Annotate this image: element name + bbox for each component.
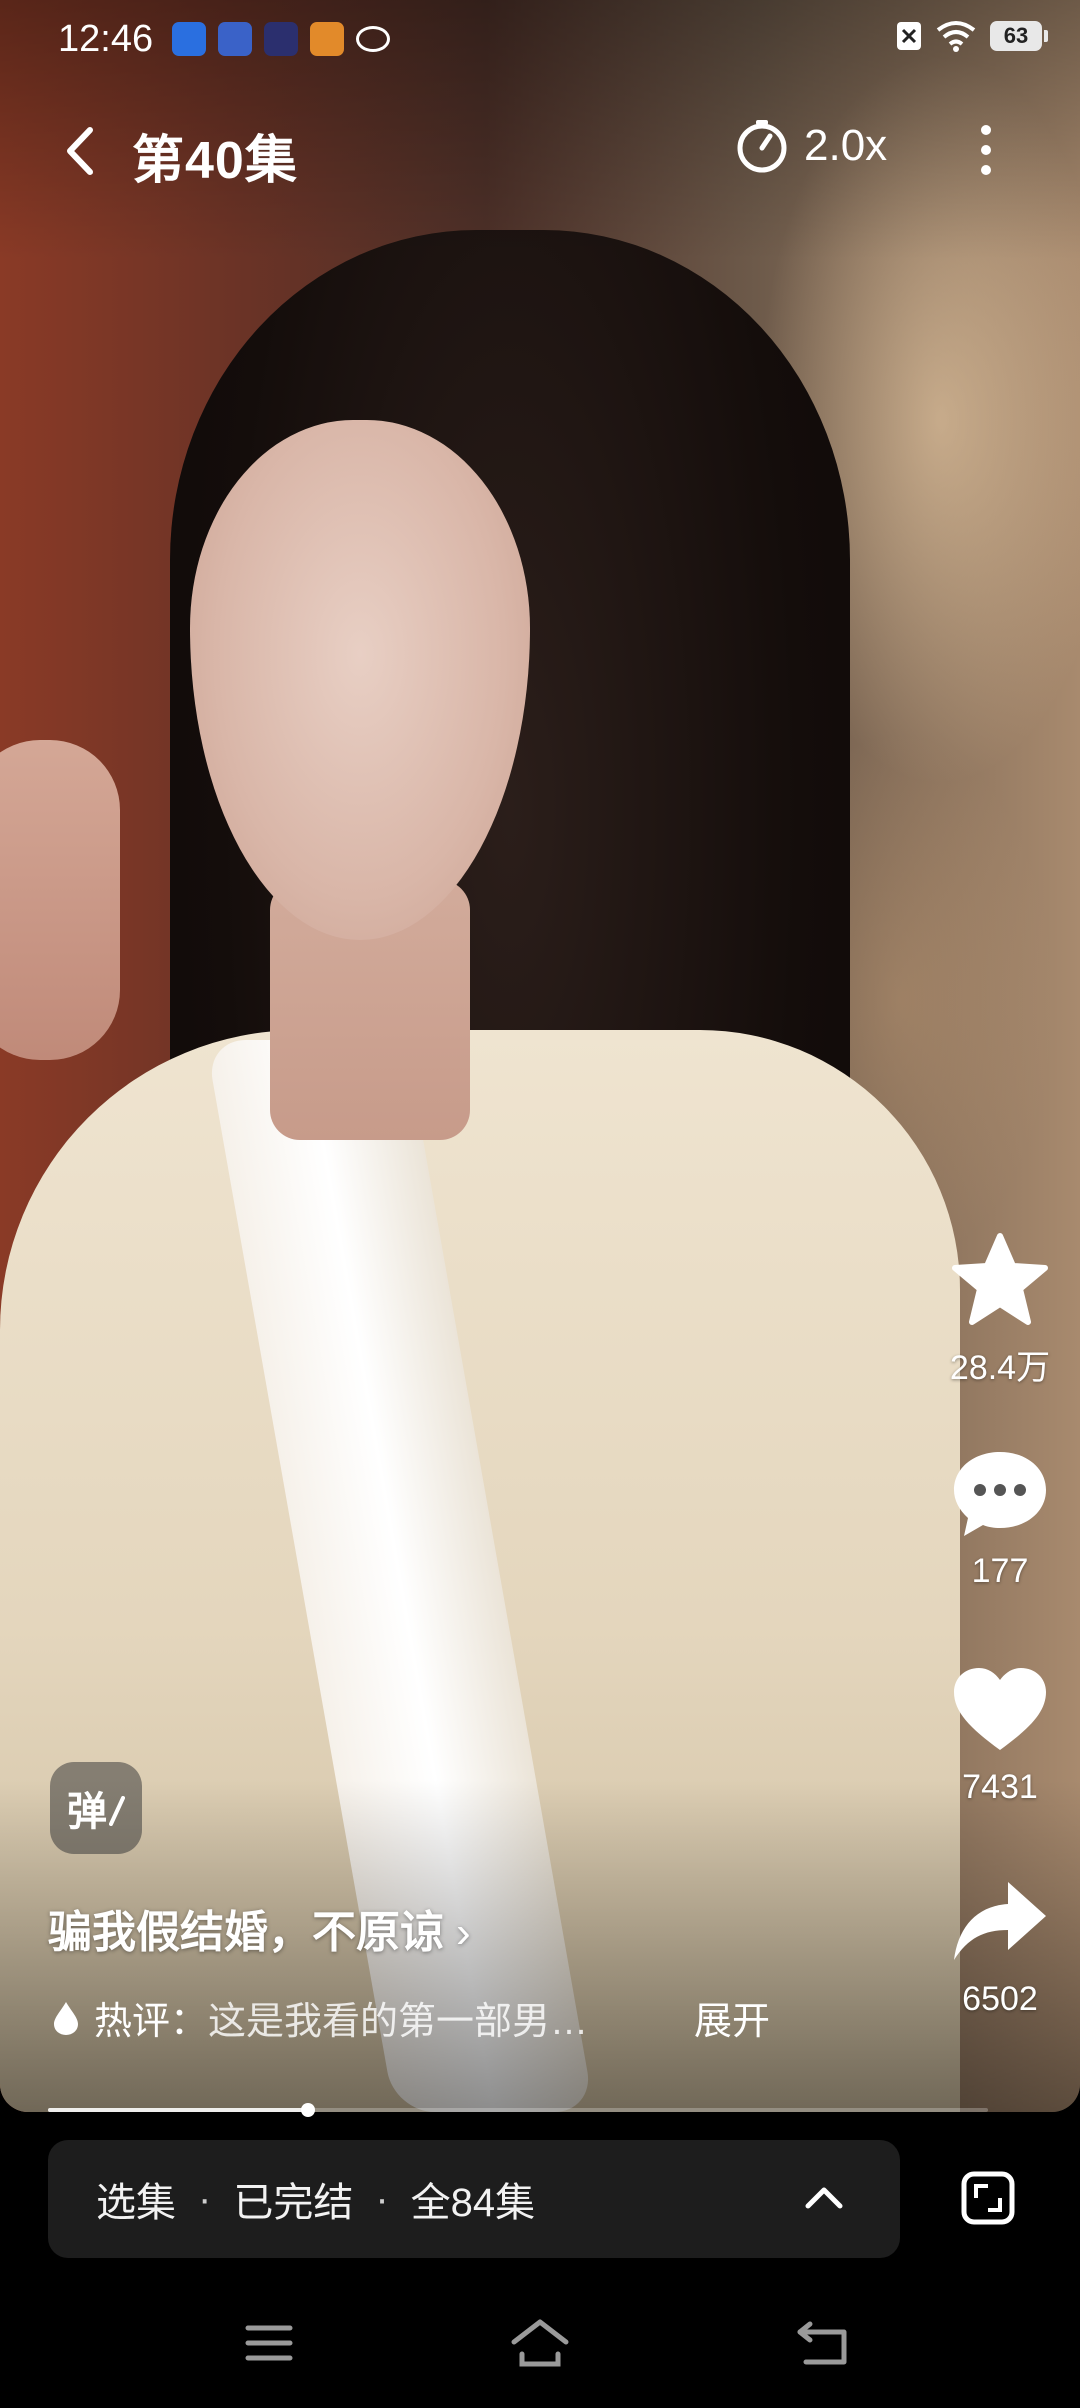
danmaku-toggle-button[interactable]: 弹	[50, 1762, 142, 1854]
wifi-icon	[936, 21, 976, 52]
video-subject-hand	[0, 740, 120, 1060]
share-arrow-icon	[954, 1882, 1046, 1960]
share-count: 6502	[962, 1980, 1038, 2018]
status-time: 12:46	[58, 18, 154, 60]
like-button[interactable]: 7431	[930, 1664, 1070, 1807]
expand-button[interactable]: 展开	[694, 1990, 770, 2045]
flame-drop-icon	[54, 2001, 78, 2035]
star-icon	[952, 1233, 1048, 1325]
notification-icons	[172, 22, 390, 56]
separator-dot: ·	[375, 2176, 389, 2221]
baidu-icon	[172, 22, 206, 56]
hot-comment-row[interactable]: 热评： 这是我看的第一部男…	[52, 1990, 588, 2045]
chevron-right-icon: ›	[456, 1908, 471, 1957]
completion-status: 已完结	[233, 2181, 354, 2225]
timer-icon	[737, 120, 787, 173]
playback-speed-label: 2.0x	[804, 121, 888, 170]
comment-icon	[954, 1452, 1046, 1536]
back-button[interactable]	[54, 118, 114, 184]
select-episode-label: 选集	[96, 2181, 176, 2225]
hot-comment-text: 这是我看的第一部男…	[208, 2001, 589, 2043]
progress-bar[interactable]	[48, 2103, 988, 2117]
pen-icon	[109, 1796, 125, 1826]
news-icon	[218, 22, 252, 56]
episode-selector-panel[interactable]: 选集 · 已完结 · 全84集	[48, 2140, 900, 2258]
home-icon[interactable]	[510, 2318, 570, 2368]
back-nav-icon[interactable]	[796, 2318, 852, 2368]
fullscreen-icon[interactable]	[960, 2170, 1016, 2226]
video-app-icon	[264, 22, 298, 56]
link-icon	[356, 26, 390, 52]
danmaku-label: 弹	[67, 1790, 107, 1834]
favorite-button[interactable]: 28.4万	[930, 1232, 1070, 1389]
battery-indicator: 63	[990, 21, 1048, 51]
comment-count: 177	[971, 1552, 1029, 1590]
more-options-icon[interactable]	[966, 118, 1006, 184]
video-player[interactable]	[0, 0, 1080, 2112]
chevron-up-icon[interactable]	[802, 2176, 846, 2220]
comment-button[interactable]: 177	[930, 1448, 1070, 1591]
like-count: 7431	[962, 1768, 1038, 1806]
recent-apps-icon[interactable]	[244, 2318, 294, 2368]
episode-total: 全84集	[410, 2181, 536, 2225]
hot-comment-label: 热评：	[94, 2001, 209, 2043]
separator-dot: ·	[198, 2176, 212, 2221]
share-button[interactable]: 6502	[930, 1876, 1070, 2019]
favorite-count: 28.4万	[949, 1349, 1051, 1387]
no-sim-icon	[897, 22, 921, 50]
series-title-link[interactable]: 骗我假结婚，不原谅 ›	[48, 1896, 471, 1960]
game-app-icon	[310, 22, 344, 56]
episode-title: 第40集	[132, 132, 298, 190]
heart-icon	[954, 1668, 1046, 1750]
progress-thumb[interactable]	[301, 2103, 316, 2117]
playback-speed-button[interactable]: 2.0x	[734, 118, 887, 174]
progress-fill	[48, 2108, 309, 2112]
series-title: 骗我假结婚，不原谅	[48, 1908, 444, 1957]
status-right: 63	[896, 20, 1048, 52]
